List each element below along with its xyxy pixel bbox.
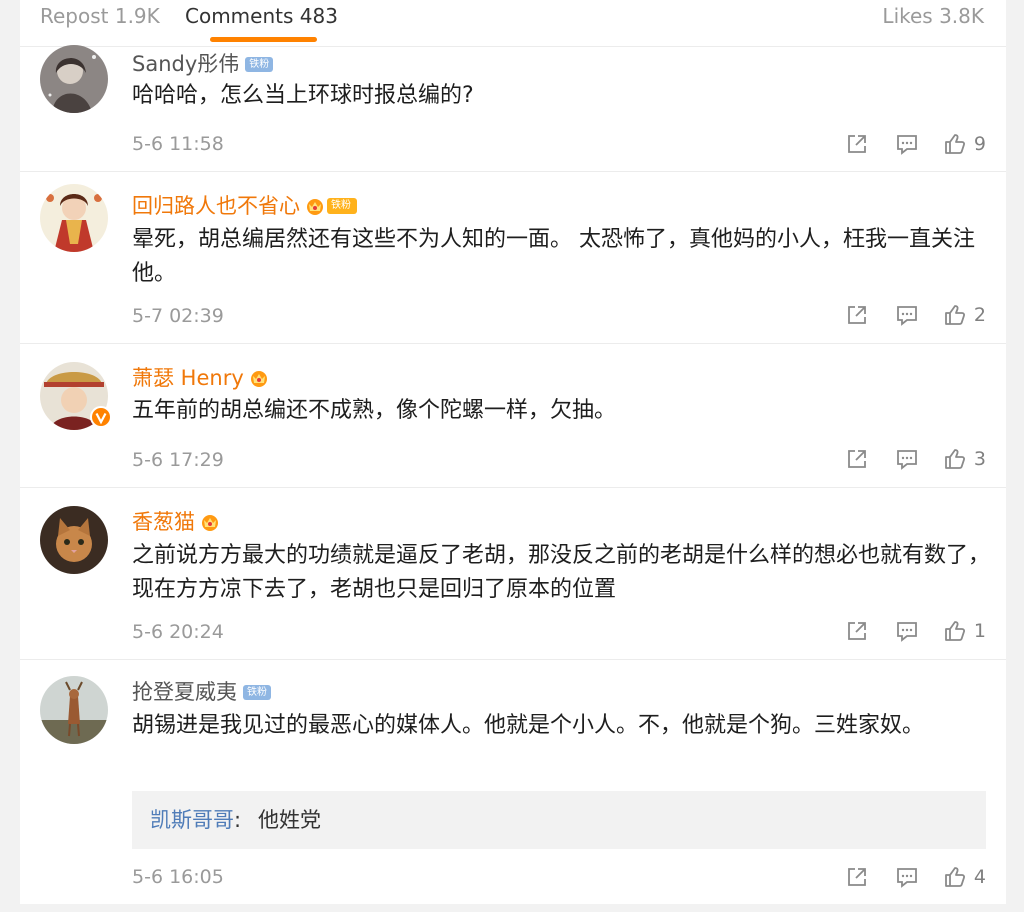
like-count: 4	[973, 866, 986, 888]
vip-crown-icon	[202, 515, 218, 531]
fan-badge: 铁粉	[243, 684, 271, 700]
timestamp: 5-6 20:24	[132, 621, 224, 643]
vip-crown-icon	[250, 371, 267, 387]
comments-panel: Repost 1.9K Comments 483 Likes 3.8K Sand…	[20, 0, 1006, 904]
comment-header: 香葱猫	[132, 506, 221, 536]
comment-text: 哈哈哈，怎么当上环球时报总编的?	[132, 83, 474, 108]
tab-repost[interactable]: Repost 1.9K	[40, 2, 160, 30]
comment-item: 香葱猫 之前说方方最大的功绩就是逼反了老胡，那没反之前的老胡是什么样的想必也就有…	[20, 488, 1006, 660]
like-button[interactable]: 9	[944, 132, 986, 156]
vip-fan-badge: 铁粉	[304, 196, 357, 216]
like-button[interactable]: 2	[944, 303, 986, 327]
timestamp: 5-6 16:05	[132, 866, 224, 888]
username[interactable]: 抢登夏威夷	[132, 677, 237, 707]
comment-icon[interactable]	[896, 304, 918, 326]
share-icon[interactable]	[846, 448, 868, 470]
comment-item: 回归路人也不省心 铁粉 晕死，胡总编居然还有这些不为人知的一面。 太恐怖了，真他妈…	[20, 172, 1006, 344]
avatar[interactable]	[40, 45, 108, 113]
comment-item: Sandy彤伟 铁粉 哈哈哈，怎么当上环球时报总编的? 5-6 11:58 9	[20, 45, 1006, 172]
comment-actions: 3	[846, 446, 986, 472]
thumbs-up-icon	[945, 305, 965, 325]
vip-crown-icon	[307, 199, 323, 215]
comment-icon[interactable]	[896, 133, 918, 155]
reply-separator: :	[234, 808, 242, 832]
comment-item: 萧瑟 Henry 五年前的胡总编还不成熟，像个陀螺一样，欠抽。 5-6 17:2…	[20, 344, 1006, 488]
like-button[interactable]: 1	[944, 619, 986, 643]
like-count: 2	[973, 304, 986, 326]
tab-likes[interactable]: Likes 3.8K	[882, 2, 984, 30]
like-count: 9	[973, 133, 986, 155]
fan-badge: 铁粉	[245, 56, 274, 72]
thumbs-up-icon	[945, 134, 965, 154]
like-count: 3	[973, 448, 986, 470]
comment-actions: 2	[846, 302, 986, 328]
comment-actions: 1	[846, 618, 986, 644]
tab-bar: Repost 1.9K Comments 483 Likes 3.8K	[20, 0, 1006, 47]
comment-header: Sandy彤伟 铁粉	[132, 48, 274, 79]
share-icon[interactable]	[846, 866, 868, 888]
share-icon[interactable]	[846, 304, 868, 326]
comment-text: 之前说方方最大的功绩就是逼反了老胡，那没反之前的老胡是什么样的想必也就有数了，现…	[132, 543, 991, 602]
reply-preview[interactable]: 凯斯哥哥: 他姓党	[132, 791, 986, 849]
comment-actions: 4	[846, 864, 986, 890]
like-count: 1	[973, 620, 986, 642]
timestamp: 5-6 11:58	[132, 133, 224, 155]
avatar[interactable]	[40, 676, 108, 744]
username[interactable]: 香葱猫	[132, 507, 195, 537]
comment-icon[interactable]	[896, 620, 918, 642]
share-icon[interactable]	[846, 620, 868, 642]
comment-text: 胡锡进是我见过的最恶心的媒体人。他就是个小人。不，他就是个狗。三姓家奴。	[132, 713, 925, 738]
comment-icon[interactable]	[896, 448, 918, 470]
username[interactable]: 回归路人也不省心	[132, 191, 300, 221]
thumbs-up-icon	[945, 867, 965, 887]
username[interactable]: Sandy彤伟	[132, 49, 239, 79]
username[interactable]: 萧瑟 Henry	[132, 363, 244, 393]
comment-icon[interactable]	[896, 866, 918, 888]
verified-v-icon	[90, 406, 112, 428]
comment-text: 五年前的胡总编还不成熟，像个陀螺一样，欠抽。	[132, 398, 617, 423]
comment-actions: 9	[846, 131, 986, 157]
avatar[interactable]	[40, 184, 108, 252]
timestamp: 5-7 02:39	[132, 305, 224, 327]
fan-badge: 铁粉	[327, 198, 357, 214]
thumbs-up-icon	[945, 449, 965, 469]
comment-item: 抢登夏威夷 铁粉 胡锡进是我见过的最恶心的媒体人。他就是个小人。不，他就是个狗。三…	[20, 660, 1006, 904]
share-icon[interactable]	[846, 133, 868, 155]
timestamp: 5-6 17:29	[132, 449, 224, 471]
reply-username[interactable]: 凯斯哥哥	[150, 791, 234, 849]
comment-header: 回归路人也不省心 铁粉	[132, 190, 357, 220]
like-button[interactable]: 3	[944, 447, 986, 471]
tab-comments[interactable]: Comments 483	[185, 2, 338, 30]
comment-header: 抢登夏威夷 铁粉	[132, 676, 271, 706]
avatar[interactable]	[40, 506, 108, 574]
like-button[interactable]: 4	[944, 865, 986, 889]
thumbs-up-icon	[945, 621, 965, 641]
active-tab-indicator	[210, 37, 317, 42]
reply-text: 他姓党	[258, 808, 321, 832]
comment-text: 晕死，胡总编居然还有这些不为人知的一面。 太恐怖了，真他妈的小人，枉我一直关注他…	[132, 227, 975, 286]
comment-header: 萧瑟 Henry	[132, 362, 270, 392]
